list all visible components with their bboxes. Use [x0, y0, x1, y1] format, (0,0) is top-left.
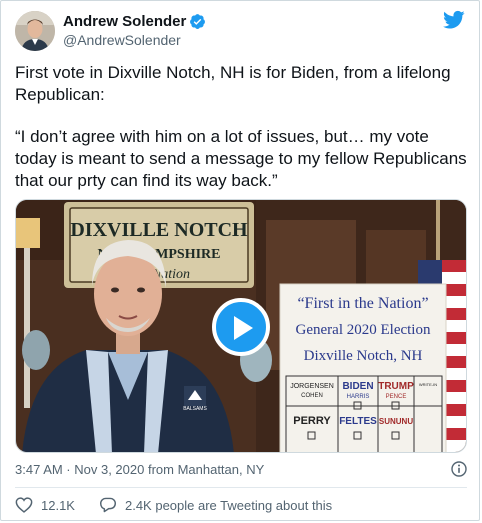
display-name-text[interactable]: Andrew Solender [63, 12, 186, 31]
tweet-paragraph-1: First vote in Dixville Notch, NH is for … [15, 63, 451, 104]
board-name-trump: TRUMP [378, 381, 414, 392]
verified-badge-icon [189, 13, 206, 30]
board-name-sununu: SUNUNU [379, 417, 413, 426]
tweet-embed-card: Andrew Solender @AndrewSolender First vo… [0, 0, 480, 521]
board-name-perry: PERRY [293, 415, 331, 427]
board-title-2: General 2020 Election [296, 322, 431, 338]
tweet-text: First vote in Dixville Notch, NH is for … [15, 62, 467, 212]
board-title-3: Dixville Notch, NH [304, 348, 423, 364]
board-name-writein: WRITE-IN [419, 382, 437, 387]
timestamp[interactable]: 3:47 AM · Nov 3, 2020 from Manhattan, NY [15, 462, 264, 477]
sign-line-1: DIXVILLE NOTCH [70, 219, 248, 241]
board-name-cohen: COHEN [301, 393, 323, 399]
divider [15, 487, 467, 488]
tweet-actions: 12.1K 2.4K people are Tweeting about thi… [15, 497, 332, 513]
board-name-pence: PENCE [386, 394, 407, 400]
board-name-biden: BIDEN [342, 381, 373, 392]
play-button[interactable] [212, 298, 270, 356]
tweet-header: Andrew Solender @AndrewSolender [15, 11, 206, 51]
tweet-paragraph-2: “I don’t agree with him on a lot of issu… [15, 127, 467, 190]
heart-icon [15, 497, 33, 513]
board-name-feltes: FELTES [339, 416, 377, 427]
play-icon [234, 316, 253, 340]
like-count: 12.1K [41, 497, 75, 513]
display-name[interactable]: Andrew Solender [63, 12, 206, 31]
conversation-link[interactable]: 2.4K people are Tweeting about this [99, 497, 332, 513]
shirt-logo: BALSAMS [183, 406, 207, 412]
board-name-jorgensen: JORGENSEN [290, 383, 334, 390]
reply-bubble-icon [99, 497, 116, 513]
video-thumbnail[interactable]: DIXVILLE NOTCH NEW HAMPSHIRE Nation “Fir… [15, 199, 467, 453]
board-title-1: “First in the Nation” [297, 295, 428, 312]
like-button[interactable]: 12.1K [15, 497, 75, 513]
info-icon[interactable] [451, 461, 467, 477]
tweeting-about-text: 2.4K people are Tweeting about this [124, 497, 333, 513]
handle[interactable]: @AndrewSolender [63, 31, 206, 50]
board-name-harris: HARRIS [347, 394, 370, 400]
avatar[interactable] [15, 11, 55, 51]
tweet-meta: 3:47 AM · Nov 3, 2020 from Manhattan, NY [15, 461, 467, 477]
twitter-bird-icon[interactable] [443, 10, 465, 30]
